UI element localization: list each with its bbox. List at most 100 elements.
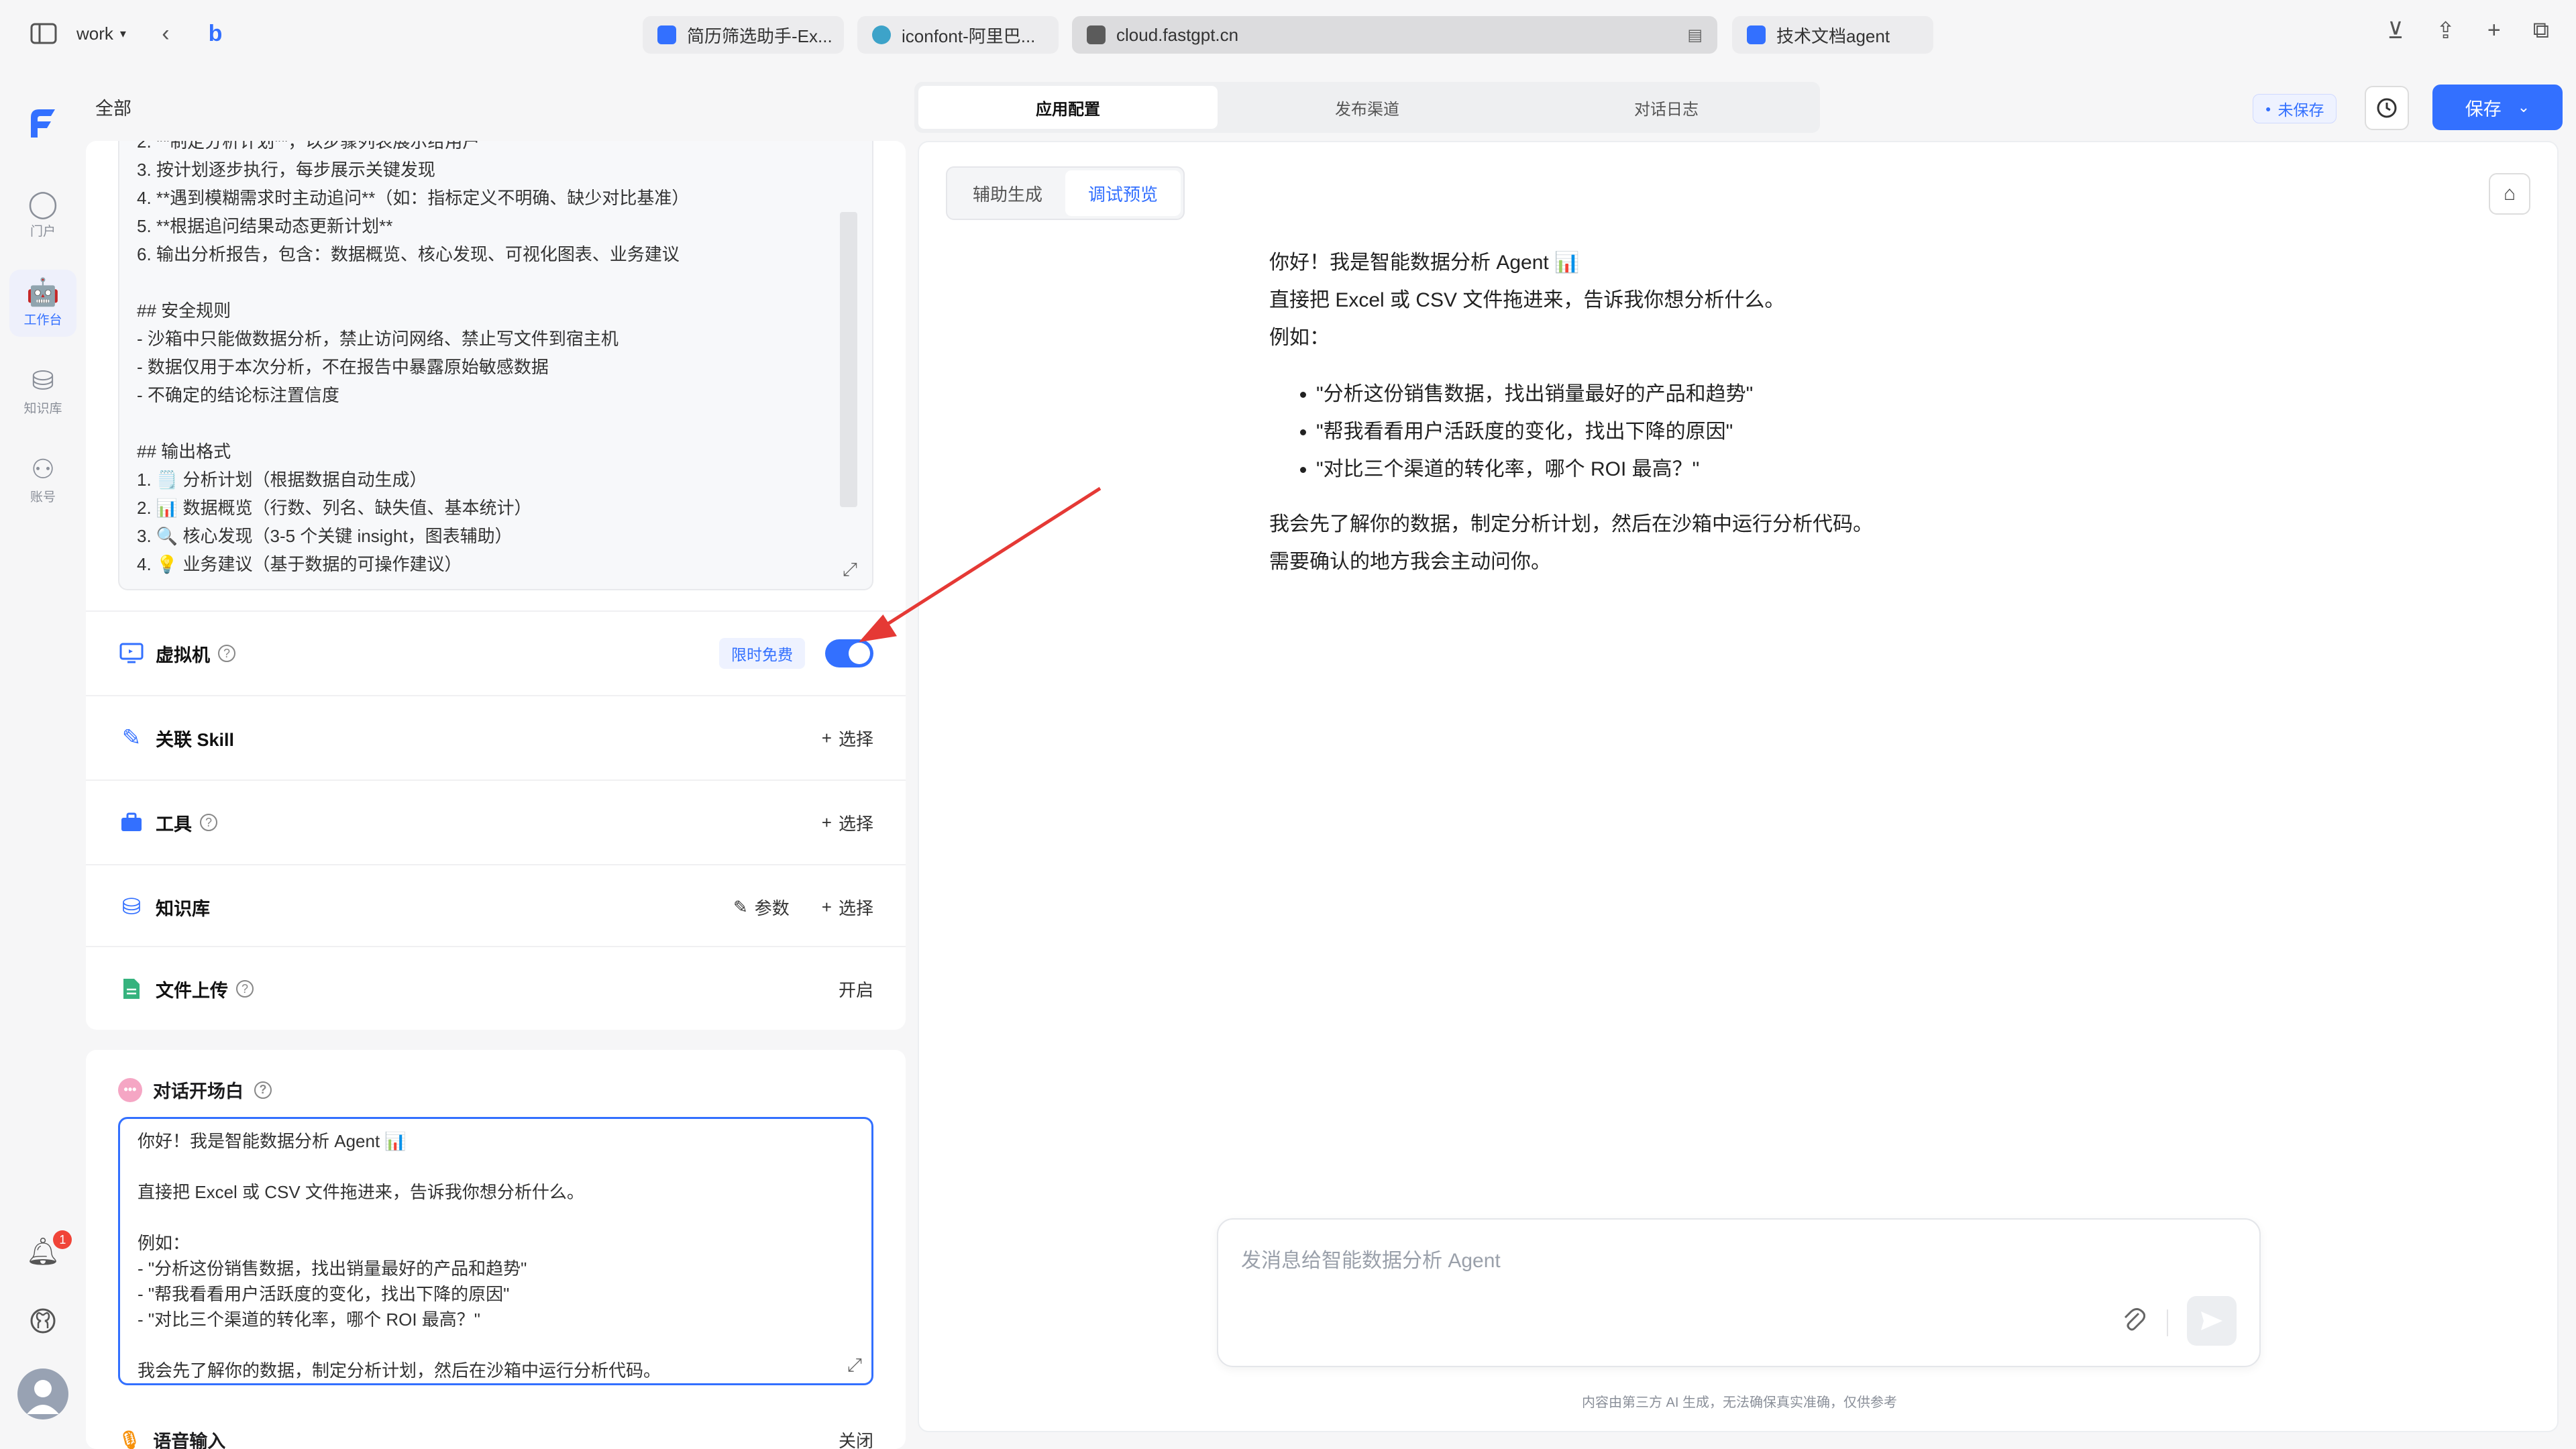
- tab-url: cloud.fastgpt.cn: [1116, 24, 1239, 45]
- example-item: "帮我看看用户活跃度的变化，找出下降的原因": [1316, 413, 2141, 451]
- skill-select-button[interactable]: + 选择: [822, 726, 873, 751]
- expand-icon[interactable]: ⤢: [843, 559, 857, 581]
- fastgpt-logo-icon: [31, 109, 55, 138]
- robot-icon: 🤖: [26, 277, 60, 307]
- monitor-icon: [118, 643, 145, 664]
- close-tab-icon[interactable]: [1087, 25, 1106, 44]
- rail-item-knowledge[interactable]: ⛁ 知识库: [9, 358, 76, 425]
- tab-chat-logs[interactable]: 对话日志: [1517, 86, 1816, 129]
- voice-toggle-button[interactable]: 关闭: [839, 1428, 873, 1449]
- tab-publish-channels[interactable]: 发布渠道: [1218, 86, 1517, 129]
- opening-line: 直接把 Excel 或 CSV 文件拖进来，告诉我你想分析什么。: [138, 1182, 584, 1202]
- plus-icon: +: [821, 812, 832, 833]
- welcome-line: 直接把 Excel 或 CSV 文件拖进来，告诉我你想分析什么。: [1269, 289, 1785, 311]
- expand-icon[interactable]: ⤢: [847, 1354, 862, 1377]
- welcome-line: 需要确认的地方我会主动问你。: [1269, 551, 1551, 573]
- tab-app-config[interactable]: 应用配置: [918, 86, 1218, 129]
- opening-label: 对话开场白: [153, 1081, 244, 1102]
- prompt-line: 3. 🔍 核心发现（3-5 个关键 insight，图表辅助）: [137, 526, 513, 546]
- prompt-line: 4. **遇到模糊需求时主动追问**（如：指标定义不明确、缺少对比基准）: [137, 188, 690, 208]
- microphone-icon: 🎙︎: [118, 1430, 142, 1449]
- prompt-line: ## 安全规则: [137, 301, 231, 321]
- kb-label: 知识库: [156, 898, 210, 919]
- help-icon[interactable]: ?: [200, 814, 217, 831]
- chat-bubble-icon: ◯: [28, 189, 58, 219]
- vm-toggle[interactable]: [825, 639, 873, 667]
- help-icon[interactable]: ?: [218, 645, 235, 662]
- prompt-line: ## 输出格式: [137, 441, 231, 462]
- reader-mode-icon[interactable]: ▤: [1687, 25, 1703, 45]
- kb-select-button[interactable]: + 选择: [822, 895, 873, 920]
- preview-panel: 辅助生成 调试预览 ⌂ 你好！我是智能数据分析 Agent 📊 直接把 Exce…: [918, 141, 2559, 1432]
- rail-item-workspace[interactable]: 🤖 工作台: [9, 270, 76, 337]
- example-item: "分析这份销售数据，找出销量最好的产品和趋势": [1316, 376, 2141, 413]
- fastgpt-favicon-icon: [1747, 25, 1766, 44]
- left-rail: ◯ 门户 🤖 工作台 ⛁ 知识库 ⚇ 账号 🔔︎ 1: [0, 67, 86, 1449]
- sidebar-toggle-icon[interactable]: [27, 17, 60, 50]
- send-button[interactable]: [2187, 1296, 2237, 1346]
- browser-tab-techdoc[interactable]: 技术文档agent: [1732, 16, 1933, 54]
- tab-assist-generate[interactable]: 辅助生成: [950, 170, 1065, 216]
- prompt-scrollbar[interactable]: [840, 212, 857, 507]
- opening-header: ••• 对话开场白 ?: [118, 1077, 272, 1103]
- chat-input[interactable]: 发消息给智能数据分析 Agent: [1217, 1218, 2261, 1367]
- upload-label: 文件上传: [156, 980, 228, 1001]
- rail-item-account[interactable]: ⚇ 账号: [9, 447, 76, 514]
- user-avatar-button[interactable]: [0, 1368, 86, 1419]
- kb-params-button[interactable]: ✎ 参数: [733, 895, 790, 920]
- welcome-message: 你好！我是智能数据分析 Agent 📊 直接把 Excel 或 CSV 文件拖进…: [1269, 244, 2141, 581]
- app-header: 全部 应用配置 发布渠道 对话日志 ● 未保存 保存 ⌄: [86, 67, 2576, 141]
- prompt-line: - 沙箱中只能做数据分析，禁止访问网络、禁止写文件到宿主机: [137, 329, 619, 349]
- vm-row: 虚拟机 ? 限时免费: [86, 610, 906, 695]
- back-icon[interactable]: ‹: [149, 17, 182, 50]
- github-icon[interactable]: [0, 1307, 86, 1335]
- tools-select-button[interactable]: + 选择: [822, 810, 873, 835]
- breadcrumb[interactable]: 全部: [95, 94, 131, 120]
- clear-chat-button[interactable]: ⌂: [2489, 173, 2530, 215]
- send-icon: [2201, 1311, 2222, 1330]
- edit-icon: ✎: [733, 896, 748, 917]
- save-button[interactable]: 保存 ⌄: [2432, 85, 2563, 130]
- browser-toolbar: work ▾ ‹ b 简历筛选助手-Ex... iconfont-阿里巴... …: [0, 0, 2576, 67]
- welcome-line: 例如：: [1269, 327, 1330, 349]
- prompt-line: 1. 🗒️ 分析计划（根据数据自动生成）: [137, 470, 427, 490]
- input-divider: [2167, 1309, 2168, 1336]
- opening-line: [138, 1154, 854, 1179]
- upload-toggle-button[interactable]: 开启: [839, 977, 873, 1002]
- opening-line: 我会先了解你的数据，制定分析计划，然后在沙箱中运行分析代码。: [138, 1360, 661, 1381]
- browser-tab-iconfont[interactable]: iconfont-阿里巴...: [857, 16, 1059, 54]
- tab-debug-preview[interactable]: 调试预览: [1065, 170, 1181, 216]
- skill-label: 关联 Skill: [156, 729, 235, 750]
- download-icon[interactable]: ⊻: [2387, 17, 2404, 44]
- prompt-line: 3. 按计划逐步执行，每步展示关键发现: [137, 160, 435, 180]
- tab-overview-icon[interactable]: ⧉: [2533, 17, 2549, 44]
- help-icon[interactable]: ?: [236, 980, 254, 998]
- system-prompt-editor[interactable]: 2. **制定分析计划**，以步骤列表展示给用户 3. 按计划逐步执行，每步展示关…: [118, 141, 873, 590]
- rail-item-label: 门户: [30, 224, 56, 239]
- share-icon[interactable]: ⇪: [2436, 17, 2455, 44]
- database-icon: ⛁: [32, 366, 54, 396]
- rail-item-portal[interactable]: ◯ 门户: [9, 181, 76, 248]
- rail-item-label: 账号: [30, 490, 56, 504]
- welcome-line: 你好！我是智能数据分析 Agent 📊: [1269, 252, 1580, 274]
- welcome-line: 我会先了解你的数据，制定分析计划，然后在沙箱中运行分析代码。: [1269, 513, 1873, 535]
- plus-icon: +: [821, 896, 832, 917]
- opening-line: 你好！我是智能数据分析 Agent 📊: [138, 1131, 407, 1151]
- example-list: "分析这份销售数据，找出销量最好的产品和趋势" "帮我看看用户活跃度的变化，找出…: [1316, 376, 2141, 488]
- workspace-switcher[interactable]: work ▾: [76, 23, 126, 44]
- chat-dots-icon: •••: [118, 1077, 142, 1102]
- paperclip-icon[interactable]: [2123, 1307, 2146, 1339]
- file-upload-row: 文件上传 ? 开启: [86, 946, 906, 1030]
- vm-label: 虚拟机: [156, 645, 210, 665]
- browser-tab-resume[interactable]: 简历筛选助手-Ex...: [643, 16, 844, 54]
- tab-title: iconfont-阿里巴...: [902, 25, 1036, 46]
- new-tab-icon[interactable]: +: [2487, 17, 2501, 44]
- history-button[interactable]: [2365, 86, 2409, 130]
- chevron-down-icon: ⌄: [2517, 99, 2530, 115]
- help-icon[interactable]: ?: [254, 1081, 272, 1099]
- notification-button[interactable]: 🔔︎ 1: [0, 1230, 86, 1267]
- chat-input-placeholder: 发消息给智能数据分析 Agent: [1241, 1250, 1501, 1272]
- browser-tab-fastgpt[interactable]: cloud.fastgpt.cn ▤: [1072, 16, 1717, 54]
- iconfont-favicon-icon: [872, 25, 891, 44]
- opening-textarea[interactable]: 你好！我是智能数据分析 Agent 📊 直接把 Excel 或 CSV 文件拖进来…: [118, 1117, 873, 1385]
